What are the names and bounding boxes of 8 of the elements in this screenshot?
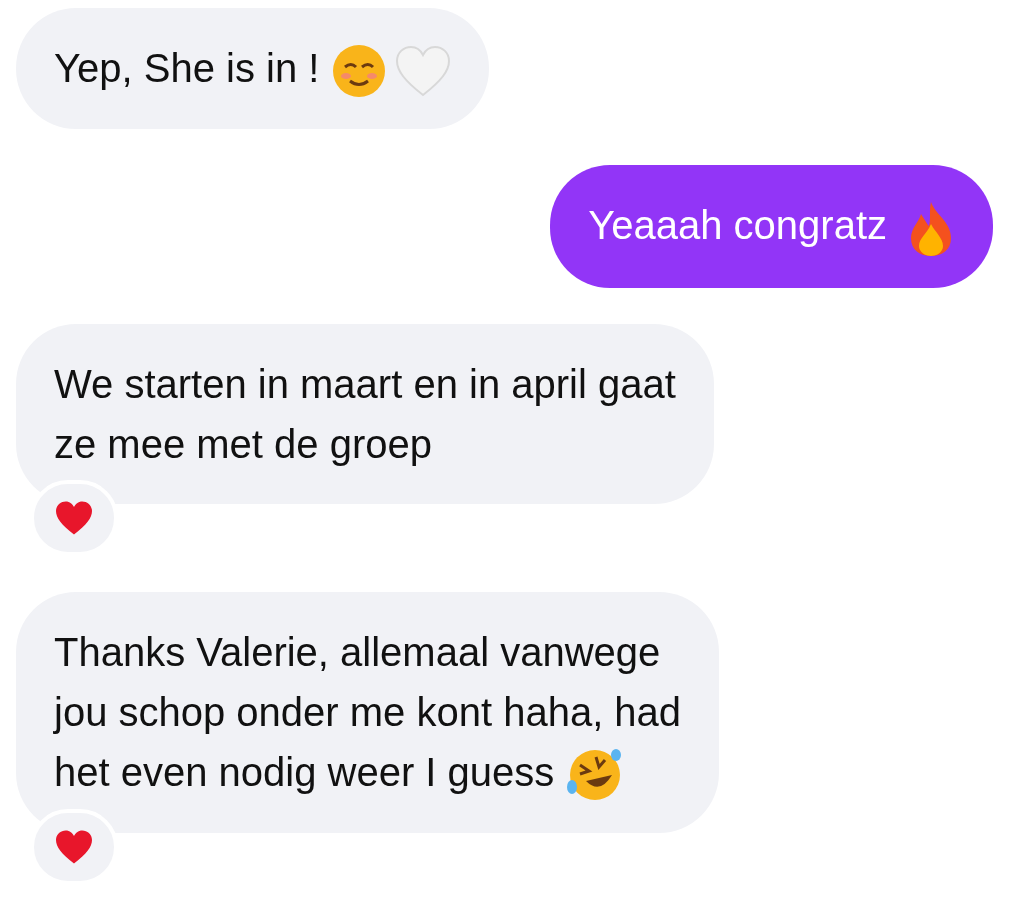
heart-icon <box>54 499 94 536</box>
message-text: We starten in maart en in april gaat ze mee met de groep <box>54 360 676 468</box>
message-text: Yeaaah congratz <box>588 195 955 258</box>
heart-icon <box>395 45 452 98</box>
message-text: Thanks Valerie, allemaal vanwege jou schop onder me kont haha, had het even nodig weer I guess <box>54 621 682 804</box>
smiling-face-icon <box>331 43 388 100</box>
message-text: Yep, She is in ! <box>54 38 452 100</box>
heart-icon <box>54 829 94 866</box>
